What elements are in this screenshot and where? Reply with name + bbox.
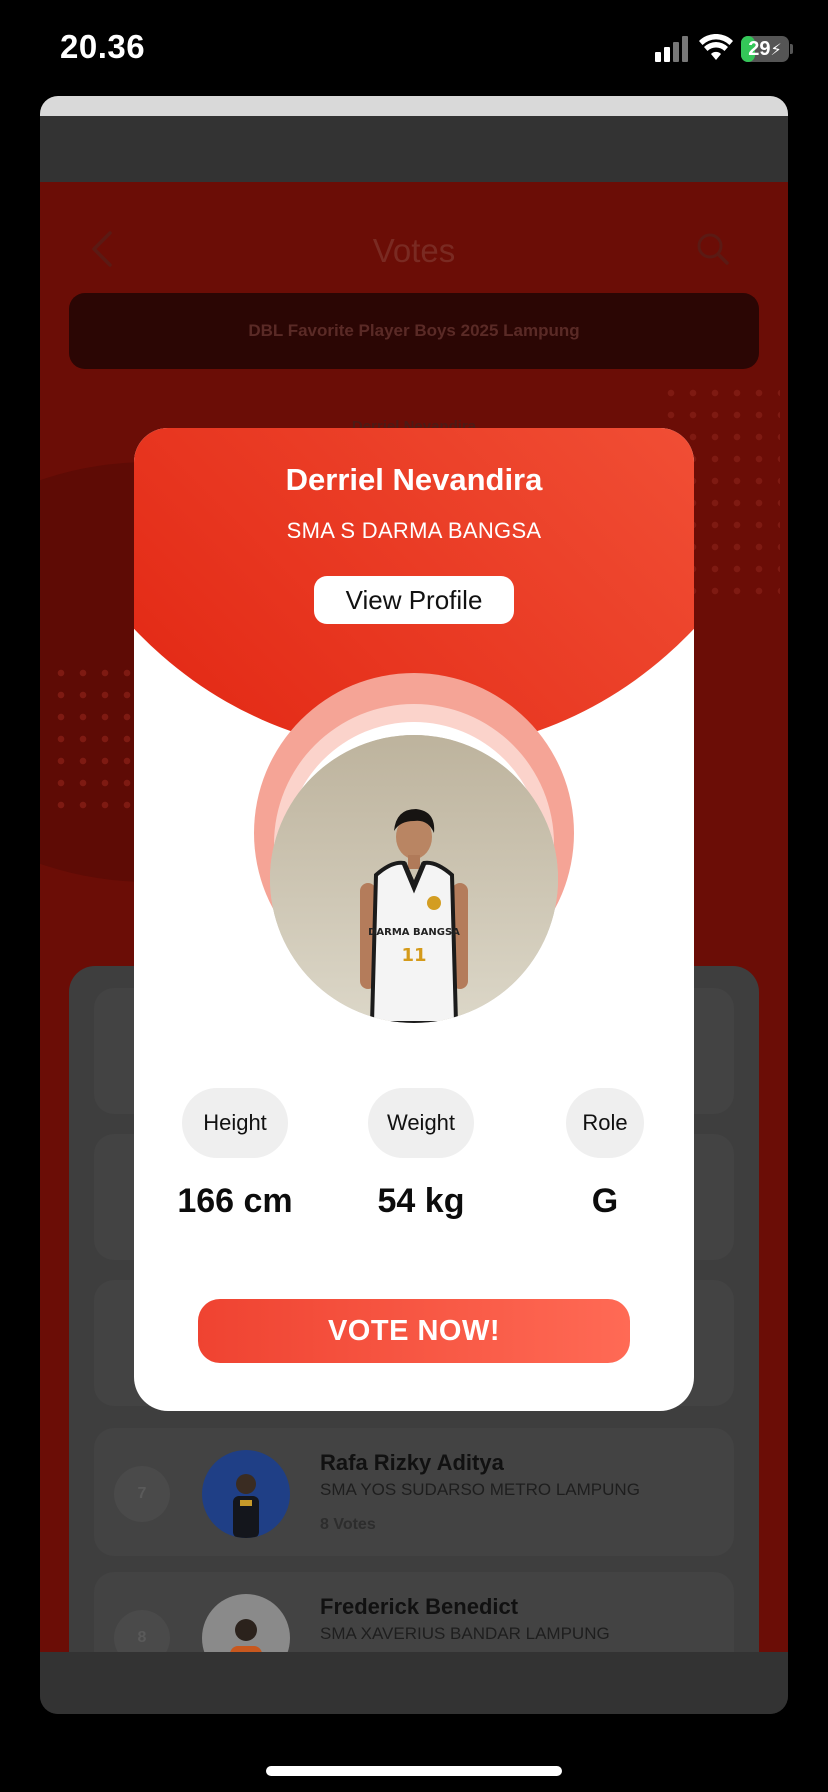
sheet-bottom-band <box>40 1652 788 1714</box>
player-name: Rafa Rizky Aditya <box>320 1450 504 1475</box>
bolt-icon: ⚡ <box>770 42 782 59</box>
player-school: SMA XAVERIUS BANDAR LAMPUNG <box>320 1624 610 1643</box>
player-modal: Derriel Nevandira SMA S DARMA BANGSA Vie… <box>134 428 694 1411</box>
list-item[interactable]: 7 Rafa Rizky Aditya SMA YOS SUDARSO METR… <box>94 1428 734 1556</box>
stat-role-label: Role <box>566 1088 644 1158</box>
event-selector[interactable]: DBL Favorite Player Boys 2025 Lampung <box>69 293 759 369</box>
vote-count: 8 Votes <box>320 1516 376 1533</box>
home-indicator[interactable] <box>266 1766 562 1776</box>
sheet-grabber <box>40 96 788 116</box>
page-title: Votes <box>372 232 456 269</box>
player-school-subtitle: SMA S DARMA BANGSA <box>286 518 542 543</box>
player-name: Frederick Benedict <box>320 1594 519 1619</box>
stat-weight-label: Weight <box>368 1088 474 1158</box>
stat-height-label: Height <box>182 1088 288 1158</box>
background-dots-left <box>50 662 140 822</box>
stat-height-value: 166 cm <box>177 1182 293 1220</box>
wifi-icon <box>699 34 733 60</box>
sheet-top-band <box>40 116 788 182</box>
player-name-title: Derriel Nevandira <box>285 462 543 497</box>
vote-now-button[interactable]: VOTE NOW! <box>198 1299 630 1363</box>
rank-badge: 7 <box>114 1466 170 1522</box>
stat-weight-value: 54 kg <box>377 1182 465 1220</box>
avatar <box>202 1450 290 1538</box>
player-photo: DARMA BANGSA 11 <box>270 735 558 1023</box>
battery-icon: 29⚡ <box>741 36 789 62</box>
battery-percentage: 29⚡ <box>748 38 782 60</box>
search-icon[interactable] <box>696 232 730 266</box>
status-time: 20.36 <box>60 28 146 65</box>
event-title: DBL Favorite Player Boys 2025 Lampung <box>248 321 580 340</box>
signal-icon <box>655 36 689 62</box>
jersey-text: DARMA BANGSA <box>368 927 460 938</box>
status-bar: 20.36 29⚡ <box>0 0 828 96</box>
battery-tip <box>790 44 793 54</box>
player-school: SMA YOS SUDARSO METRO LAMPUNG <box>320 1480 640 1499</box>
jersey-number: 11 <box>401 945 426 966</box>
view-profile-button[interactable]: View Profile <box>314 576 514 624</box>
stat-role-value: G <box>591 1182 619 1220</box>
